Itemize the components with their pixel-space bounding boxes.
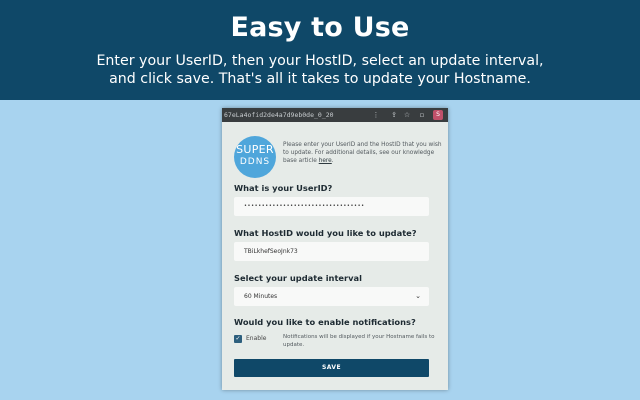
tab-icon[interactable]: ▫ — [418, 111, 426, 119]
interval-selected-value: 60 Minutes — [244, 293, 278, 300]
interval-label: Select your update interval — [234, 273, 362, 283]
enable-label: Enable — [246, 335, 267, 342]
notifications-label: Would you like to enable notifications? — [234, 317, 416, 327]
knowledge-base-link[interactable]: here — [319, 158, 332, 164]
extension-popup: 67eLa4ofid2de4a7d9eb0de_0_20 ⋮ ⇪ ☆ ▫ S S… — [222, 108, 448, 390]
hostid-label: What HostID would you like to update? — [234, 228, 417, 238]
address-bar-url[interactable]: 67eLa4ofid2de4a7d9eb0de_0_20 — [224, 110, 344, 120]
bookmark-star-icon[interactable]: ☆ — [403, 111, 411, 119]
chevron-down-icon: ⌄ — [415, 292, 421, 300]
intro-end: . — [331, 158, 334, 164]
superddns-logo: SUPER DDNS — [234, 136, 276, 178]
intro-body: Please enter your UserID and the HostID … — [283, 142, 442, 164]
userid-label: What is your UserID? — [234, 183, 333, 193]
save-button[interactable]: SAVE — [234, 359, 429, 377]
banner-subtitle-line-2: and click save. That's all it takes to u… — [109, 71, 531, 87]
logo-text-super: SUPER — [236, 143, 274, 156]
superddns-extension-icon[interactable]: S — [433, 110, 443, 120]
intro-text: Please enter your UserID and the HostID … — [283, 141, 443, 165]
hostid-input[interactable]: TBiLkhefSeoJnk73 — [234, 242, 429, 261]
enable-notifications-checkbox[interactable]: ✓ — [234, 335, 242, 343]
banner-subtitle: Enter your UserID, then your HostID, sel… — [0, 52, 640, 88]
share-icon[interactable]: ⇪ — [390, 111, 398, 119]
notifications-note: Notifications will be displayed if your … — [283, 334, 435, 348]
userid-input[interactable]: •••••••••••••••••••••••••••••••••• — [234, 197, 429, 216]
hero-banner: Easy to Use Enter your UserID, then your… — [0, 0, 640, 100]
browser-toolbar: 67eLa4ofid2de4a7d9eb0de_0_20 ⋮ ⇪ ☆ ▫ S — [222, 108, 448, 122]
logo-text-ddns: DDNS — [239, 157, 271, 167]
extensions-menu-icon[interactable]: ⋮ — [372, 111, 380, 119]
banner-subtitle-line-1: Enter your UserID, then your HostID, sel… — [96, 53, 544, 69]
interval-select[interactable]: 60 Minutes ⌄ — [234, 287, 429, 306]
banner-title: Easy to Use — [230, 12, 410, 43]
